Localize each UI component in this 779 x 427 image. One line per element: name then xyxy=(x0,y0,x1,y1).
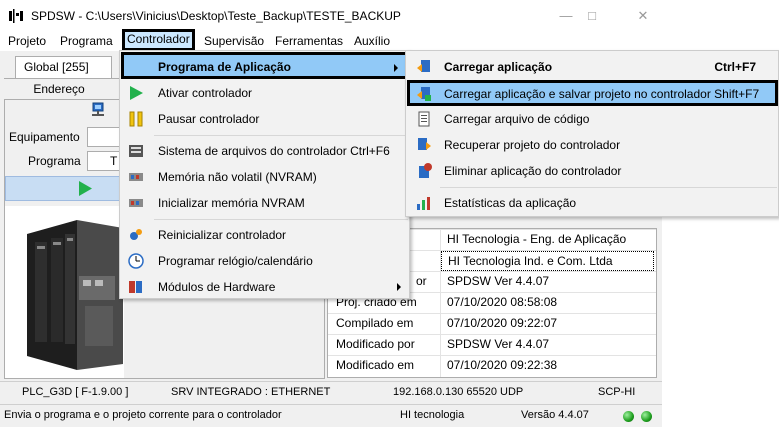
memory-icon xyxy=(129,173,143,181)
menu-item-eliminar-aplicacao[interactable]: Eliminar aplicação do controlador xyxy=(407,158,778,184)
memory-init-icon xyxy=(129,199,143,207)
equipamento-field[interactable] xyxy=(87,127,122,147)
message-status-bar: Envia o programa e o projeto corrente pa… xyxy=(0,404,662,427)
recover-project-icon xyxy=(418,138,431,150)
clock-icon xyxy=(128,253,144,269)
programa-field[interactable]: T xyxy=(87,151,122,171)
connection-status-bar: PLC_G3D [ F-1.9.00 ] SRV INTEGRADO : ETH… xyxy=(0,381,662,403)
load-app-icon xyxy=(417,60,430,72)
file-system-icon xyxy=(129,145,143,157)
info-value: 07/10/2020 09:22:38 xyxy=(447,358,558,372)
menu-supervisao[interactable]: Supervisão xyxy=(200,31,268,51)
menu-item-pausar-controlador[interactable]: Pausar controlador xyxy=(121,106,409,132)
pause-icon xyxy=(129,111,143,127)
submenu-arrow-icon xyxy=(397,283,401,291)
run-play-icon xyxy=(79,181,92,196)
info-row: Modificado em 07/10/2020 09:22:38 xyxy=(328,355,656,377)
menu-item-programa-de-aplicacao[interactable]: Programa de Aplicação xyxy=(121,52,409,79)
menu-item-memoria-nvram[interactable]: Memória não volatil (NVRAM) xyxy=(121,164,409,190)
server-status: SRV INTEGRADO : ETHERNET xyxy=(171,386,331,398)
load-code-icon xyxy=(418,111,430,127)
menu-item-carregar-aplicacao[interactable]: Carregar aplicação Ctrl+F7 xyxy=(407,54,778,80)
hardware-modules-icon xyxy=(129,281,142,293)
play-icon xyxy=(130,86,143,100)
maximize-button[interactable]: □ xyxy=(569,0,615,31)
app-logo-icon xyxy=(9,9,23,23)
info-row: Compilado em 07/10/2020 09:22:07 xyxy=(328,313,656,335)
info-value: HI Tecnologia - Eng. de Aplicação xyxy=(447,232,627,246)
menu-item-estatisticas[interactable]: Estatísticas da aplicação xyxy=(407,190,778,216)
programa-label: Programa xyxy=(28,154,81,168)
address-status: 192.168.0.130 65520 UDP xyxy=(393,386,524,398)
close-button[interactable]: ✕ xyxy=(620,0,666,31)
menu-item-inicializar-nvram[interactable]: Inicializar memória NVRAM xyxy=(121,190,409,216)
restart-icon xyxy=(130,229,142,240)
controller-device-image xyxy=(5,206,124,378)
tab-global[interactable]: Global [255] xyxy=(15,56,112,78)
status-message: Envia o programa e o projeto corrente pa… xyxy=(4,409,282,421)
info-value: SPDSW Ver 4.4.07 xyxy=(447,274,550,288)
endereco-column-header[interactable]: Endereço xyxy=(4,80,114,98)
statistics-icon xyxy=(417,197,430,210)
info-value-selected[interactable]: HI Tecnologia Ind. e Com. Ltda xyxy=(441,251,654,271)
menu-item-reinicializar[interactable]: Reinicializar controlador xyxy=(121,222,409,248)
menu-projeto[interactable]: Projeto xyxy=(4,31,50,51)
plc-model-status: PLC_G3D [ F-1.9.00 ] xyxy=(22,386,129,398)
menu-item-modulos-hardware[interactable]: Módulos de Hardware xyxy=(121,274,409,300)
menu-ferramentas[interactable]: Ferramentas xyxy=(271,31,347,51)
equipamento-label: Equipamento xyxy=(9,130,80,144)
controlador-dropdown-menu: Programa de Aplicação Ativar controlador… xyxy=(119,50,410,299)
window-title: SPDSW - C:\Users\Vinicius\Desktop\Teste_… xyxy=(31,9,401,23)
info-row: Modificado por SPDSW Ver 4.4.07 xyxy=(328,334,656,356)
menu-separator xyxy=(154,135,408,136)
protocol-status: SCP-HI xyxy=(598,386,636,398)
menu-programa[interactable]: Programa xyxy=(56,31,117,51)
status-led-icon xyxy=(623,411,634,422)
info-value: SPDSW Ver 4.4.07 xyxy=(447,337,550,351)
menu-item-carregar-arquivo-codigo[interactable]: Carregar arquivo de código xyxy=(407,106,778,132)
menu-controlador[interactable]: Controlador xyxy=(122,29,195,51)
plc-hardware-image xyxy=(27,220,123,370)
status-led-icon xyxy=(641,411,652,422)
menu-item-recuperar-projeto[interactable]: Recuperar projeto do controlador xyxy=(407,132,778,158)
menu-separator xyxy=(440,187,777,188)
info-key: Modificado por xyxy=(336,337,415,351)
info-key: or xyxy=(416,274,427,288)
network-icon[interactable] xyxy=(90,102,106,118)
info-value: 07/10/2020 09:22:07 xyxy=(447,316,558,330)
info-value: 07/10/2020 08:58:08 xyxy=(447,295,558,309)
submenu-arrow-icon xyxy=(394,64,398,72)
load-save-icon xyxy=(417,87,431,101)
version-status: Versão 4.4.07 xyxy=(521,409,589,421)
menu-item-ativar-controlador[interactable]: Ativar controlador xyxy=(121,80,409,106)
menu-bar: Projeto Programa Controlador Supervisão … xyxy=(0,29,662,51)
run-button[interactable] xyxy=(5,176,123,201)
menu-item-programar-relogio[interactable]: Programar relógio/calendário xyxy=(121,248,409,274)
info-key: Modificado em xyxy=(336,358,415,372)
menu-item-sistema-arquivos[interactable]: Sistema de arquivos do controlador Ctrl+… xyxy=(121,138,409,164)
company-status: HI tecnologia xyxy=(400,409,465,421)
menu-auxilio[interactable]: Auxílio xyxy=(350,31,394,51)
delete-app-icon xyxy=(419,163,432,178)
info-key: Compilado em xyxy=(336,316,414,330)
menu-separator xyxy=(154,219,408,220)
programa-de-aplicacao-submenu: Carregar aplicação Ctrl+F7 Carregar apli… xyxy=(405,50,779,217)
menu-item-carregar-salvar-projeto[interactable]: Carregar aplicação e salvar projeto no c… xyxy=(407,80,778,106)
